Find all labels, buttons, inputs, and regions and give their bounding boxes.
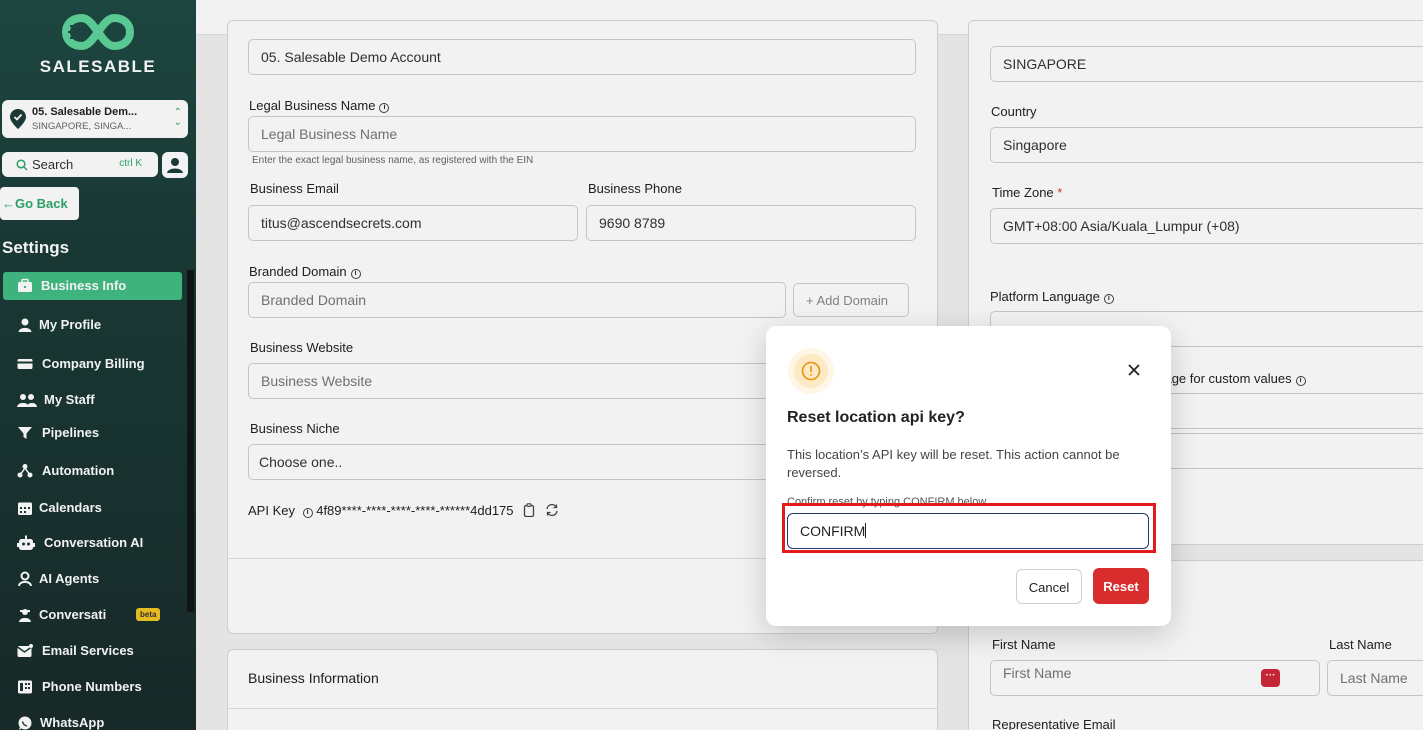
text-caret bbox=[865, 523, 867, 538]
reset-api-key-modal: Reset location api key? This location’s … bbox=[766, 326, 1171, 626]
confirm-input-value: CONFIRM bbox=[800, 523, 866, 539]
reset-button[interactable]: Reset bbox=[1093, 568, 1149, 604]
modal-description: This location’s API key will be reset. T… bbox=[787, 447, 1120, 480]
confirm-input[interactable]: CONFIRM bbox=[787, 513, 1149, 549]
warning-icon-wrap bbox=[788, 348, 834, 394]
modal-backdrop[interactable] bbox=[0, 0, 1423, 730]
warning-icon bbox=[801, 361, 821, 381]
close-icon[interactable] bbox=[1126, 362, 1142, 378]
warning-icon-bg bbox=[794, 354, 828, 388]
modal-title: Reset location api key? bbox=[787, 409, 965, 426]
cancel-button[interactable]: Cancel bbox=[1016, 569, 1082, 604]
